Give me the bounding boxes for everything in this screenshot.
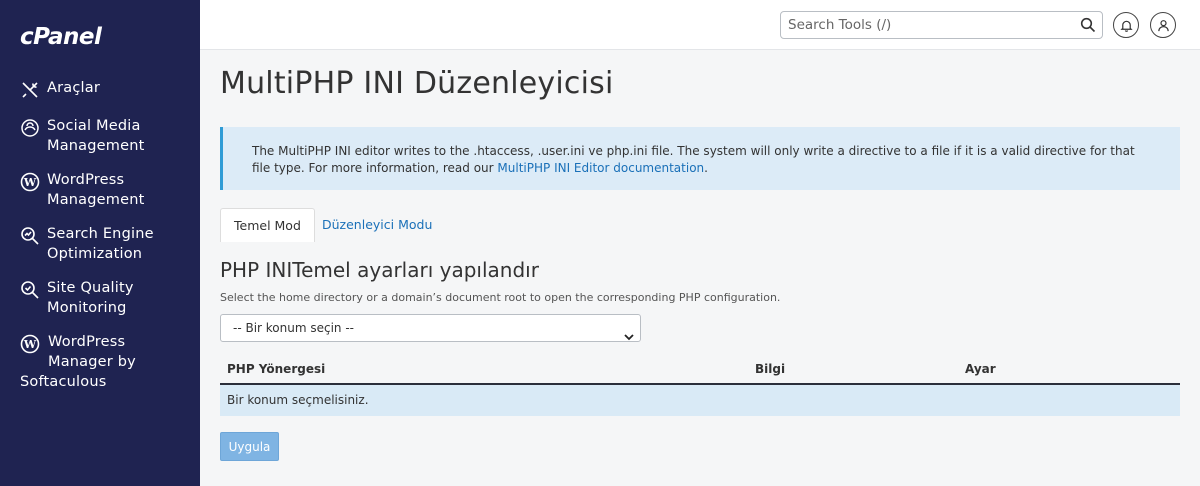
user-menu-button[interactable] <box>1150 12 1176 38</box>
user-icon <box>1157 19 1169 31</box>
cpanel-logo[interactable]: cPanel <box>20 24 102 50</box>
sidebar-item-wordpress-management[interactable]: W WordPress Management <box>0 168 200 210</box>
sidebar-item-label: Social Media <box>47 118 141 134</box>
page-title: MultiPHP INI Düzenleyicisi <box>220 66 614 101</box>
search-input[interactable] <box>781 12 1071 38</box>
sidebar-item-label: Site Quality <box>47 280 134 296</box>
notifications-button[interactable] <box>1113 12 1139 38</box>
location-select[interactable]: -- Bir konum seçin -- <box>220 314 641 342</box>
tab-basic-mode[interactable]: Temel Mod <box>220 208 315 242</box>
apply-button[interactable]: Uygula <box>220 432 279 461</box>
location-select-value: -- Bir konum seçin -- <box>233 321 355 335</box>
sidebar-item-label: Softaculous <box>20 374 107 390</box>
svg-text:W: W <box>23 176 37 189</box>
seo-icon <box>20 226 40 246</box>
documentation-link[interactable]: MultiPHP INI Editor documentation <box>497 161 704 175</box>
sidebar-item-label: Optimization <box>47 246 143 262</box>
sidebar-item-label: Management <box>47 192 145 208</box>
site-quality-icon <box>20 280 40 300</box>
search-icon[interactable] <box>1080 17 1096 33</box>
directives-table: PHP Yönergesi Bilgi Ayar Bir konum seçme… <box>220 358 1180 416</box>
column-header-setting: Ayar <box>965 362 996 376</box>
chevron-down-icon <box>624 324 634 341</box>
bell-icon <box>1119 20 1133 32</box>
column-header-info: Bilgi <box>755 362 786 376</box>
table-header: PHP Yönergesi Bilgi Ayar <box>220 358 1180 385</box>
sidebar-item-site-quality[interactable]: Site Quality Monitoring <box>0 276 200 318</box>
sidebar: cPanel Araçlar Social Media Management W… <box>0 0 200 486</box>
sidebar-item-seo[interactable]: Search Engine Optimization <box>0 222 200 264</box>
sidebar-item-araclar[interactable]: Araçlar <box>0 76 200 100</box>
sidebar-item-label: Management <box>47 138 145 154</box>
sidebar-item-label: Search Engine <box>47 226 154 242</box>
svg-text:W: W <box>23 338 37 351</box>
info-end: . <box>704 161 708 175</box>
sidebar-nav: Araçlar Social Media Management W WordPr… <box>0 76 200 404</box>
sidebar-item-label: Araçlar <box>47 80 101 96</box>
sidebar-item-label: Manager by <box>48 354 136 370</box>
sidebar-item-label: Monitoring <box>47 300 127 316</box>
sidebar-item-wordpress-softaculous[interactable]: W WordPress Manager by Softaculous <box>0 330 200 392</box>
section-subtitle: Select the home directory or a domain’s … <box>220 291 781 304</box>
search-box <box>780 11 1103 39</box>
info-callout: The MultiPHP INI editor writes to the .h… <box>220 127 1180 190</box>
tools-icon <box>20 80 40 100</box>
mode-tabs: Temel Mod Düzenleyici Modu <box>220 208 1180 242</box>
sidebar-item-social-media[interactable]: Social Media Management <box>0 114 200 156</box>
column-header-directive: PHP Yönergesi <box>227 362 326 376</box>
wordpress-icon: W <box>20 334 40 354</box>
top-bar <box>200 0 1200 50</box>
social-media-icon <box>20 118 40 138</box>
table-row: Bir konum seçmelisiniz. <box>220 385 1180 416</box>
sidebar-item-label: WordPress <box>47 172 125 188</box>
sidebar-item-label: WordPress <box>48 334 126 350</box>
section-title: PHP INITemel ayarları yapılandır <box>220 258 539 282</box>
tab-editor-mode[interactable]: Düzenleyici Modu <box>309 208 445 242</box>
wordpress-icon: W <box>20 172 40 192</box>
